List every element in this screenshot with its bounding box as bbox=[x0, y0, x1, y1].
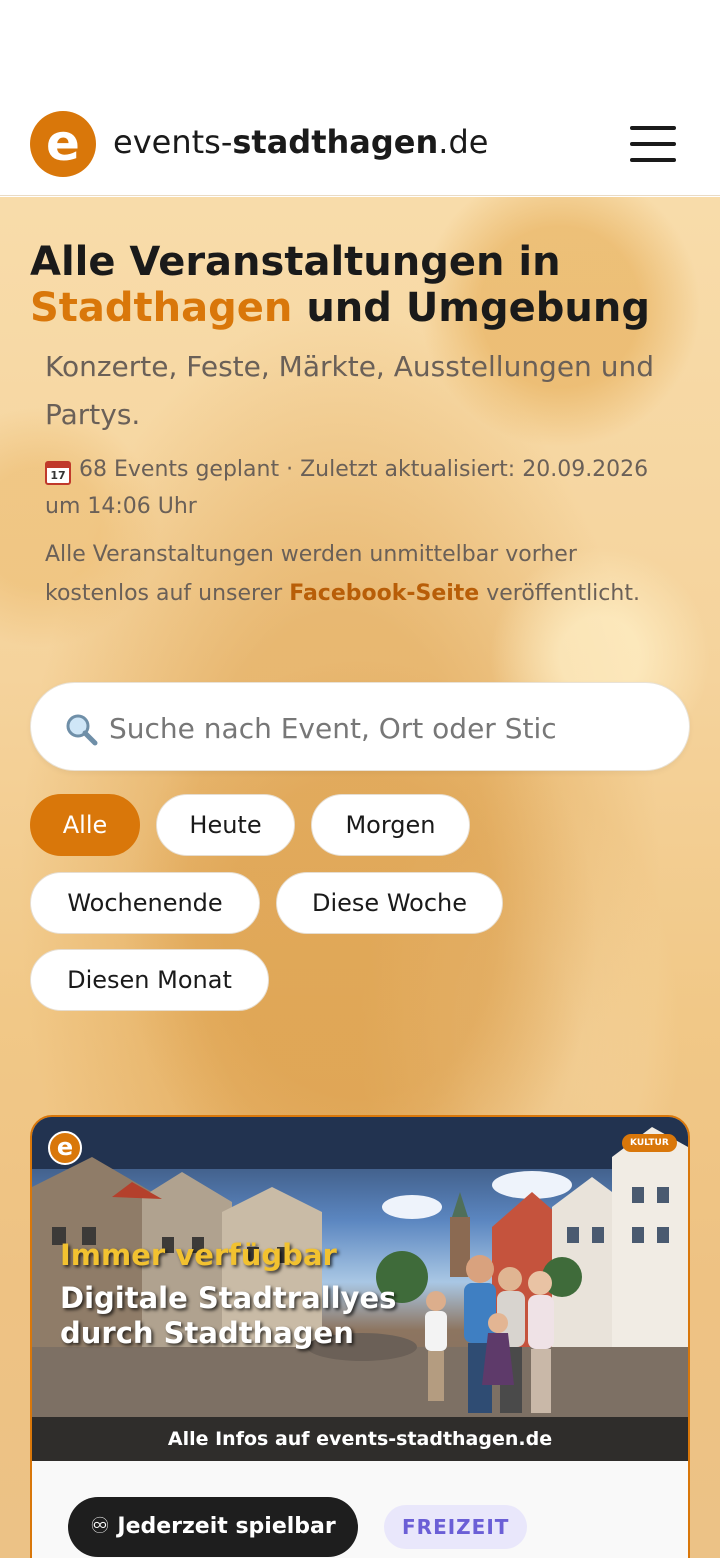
menu-bar bbox=[630, 158, 676, 162]
notice-text-after: veröffentlicht. bbox=[479, 581, 640, 606]
event-card-image: e KULTUR Immer verfügbar Digitale Stadtr… bbox=[32, 1117, 688, 1461]
search-bar[interactable] bbox=[30, 682, 690, 771]
hamburger-menu-icon[interactable] bbox=[630, 126, 676, 162]
card-headline-highlight: Immer verfügbar bbox=[60, 1238, 337, 1272]
card-headline: Digitale Stadtrallyes durch Stadthagen bbox=[60, 1281, 397, 1350]
menu-bar bbox=[630, 142, 676, 146]
filter-chip-diese-woche[interactable]: Diese Woche bbox=[276, 872, 503, 934]
title-line-1: Alle Veranstaltungen in bbox=[30, 239, 561, 285]
filter-chip-morgen[interactable]: Morgen bbox=[311, 794, 470, 856]
site-brand-name[interactable]: events-stadthagen.de bbox=[113, 122, 488, 162]
event-card[interactable]: e KULTUR Immer verfügbar Digitale Stadtr… bbox=[30, 1115, 690, 1558]
brand-prefix: events- bbox=[113, 123, 233, 161]
category-badge[interactable]: FREIZEIT bbox=[384, 1505, 528, 1549]
publish-notice: Alle Veranstaltungen werden unmittelbar … bbox=[45, 535, 665, 613]
filter-chip-diesen-monat[interactable]: Diesen Monat bbox=[30, 949, 269, 1011]
card-logo: e bbox=[48, 1131, 82, 1165]
calendar-icon: 17 bbox=[45, 461, 71, 485]
brand-bold: stadthagen bbox=[232, 123, 439, 161]
search-icon bbox=[66, 714, 98, 746]
events-meta: 17 68 Events geplant · Zuletzt aktualisie… bbox=[45, 451, 665, 525]
filter-chip-wochenende[interactable]: Wochenende bbox=[30, 872, 260, 934]
facebook-page-link[interactable]: Facebook-Seite bbox=[289, 581, 479, 606]
card-image-footer: Alle Infos auf events-stadthagen.de bbox=[32, 1417, 688, 1461]
brand-suffix: .de bbox=[438, 123, 489, 161]
title-rest: und Umgebung bbox=[292, 285, 650, 331]
site-header: e events-stadthagen.de bbox=[0, 0, 720, 196]
card-category-tag: KULTUR bbox=[622, 1134, 677, 1152]
site-logo[interactable]: e bbox=[30, 111, 96, 177]
hero-subtitle: Konzerte, Feste, Märkte, Ausstellungen u… bbox=[45, 350, 654, 431]
availability-badge: ♾ Jederzeit spielbar bbox=[68, 1497, 358, 1557]
hero-section: Alle Veranstaltungen in Stadthagen und U… bbox=[0, 197, 720, 1558]
events-meta-text: 68 Events geplant · Zuletzt aktualisiert… bbox=[45, 457, 649, 519]
page-title: Alle Veranstaltungen in Stadthagen und U… bbox=[30, 239, 690, 331]
search-input[interactable] bbox=[109, 701, 649, 755]
filter-chip-alle[interactable]: Alle bbox=[30, 794, 140, 856]
filter-chip-heute[interactable]: Heute bbox=[156, 794, 295, 856]
title-accent: Stadthagen bbox=[30, 285, 293, 331]
menu-bar bbox=[630, 126, 676, 130]
